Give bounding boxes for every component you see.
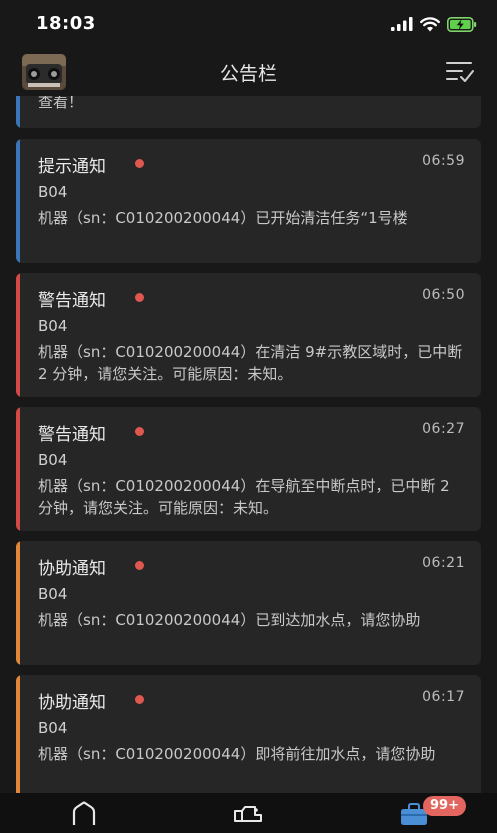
unread-count-badge: 99+ [423,796,466,816]
notification-list[interactable]: 查看！ 提示通知 06:59 B04 机器（sn：C010200200044）已… [0,96,497,793]
robot-icon [234,806,262,822]
notification-message: 机器（sn：C010200200044）在清洁 9#示教区域时，已中断 2 分钟… [38,343,463,383]
tab-robot[interactable] [232,801,264,825]
unread-dot [135,293,144,302]
page-title: 公告栏 [219,63,277,85]
tab-home[interactable] [68,801,100,825]
list-check-icon [446,62,474,82]
card-accent-stripe [16,139,20,263]
notification-time: 06:17 [422,689,465,705]
unread-dot [135,427,144,436]
card-accent-stripe [16,541,20,665]
wifi-icon [420,16,440,31]
notification-title: 警告通知 [38,291,106,311]
notification-time: 06:59 [422,153,465,169]
notification-card[interactable]: 警告通知 06:27 B04 机器（sn：C010200200044）在导航至中… [16,407,481,531]
notification-card[interactable]: 协助通知 06:17 B04 机器（sn：C010200200044）即将前往加… [16,675,481,793]
card-accent-stripe [16,407,20,531]
notification-message: 查看！ [38,96,84,111]
device-name: B04 [38,317,68,335]
notification-time: 06:27 [422,421,465,437]
device-name: B04 [38,719,68,737]
notification-card[interactable]: 警告通知 06:50 B04 机器（sn：C010200200044）在清洁 9… [16,273,481,397]
home-icon [72,801,96,825]
notification-message: 机器（sn：C010200200044）已到达加水点，请您协助 [38,611,421,629]
notification-time: 06:50 [422,287,465,303]
tab-bar [0,793,497,833]
status-bar: 18:03 [0,0,497,48]
notification-title: 协助通知 [38,693,106,713]
card-accent-stripe [16,273,20,397]
notification-card[interactable]: 协助通知 06:21 B04 机器（sn：C010200200044）已到达加水… [16,541,481,665]
notification-message: 机器（sn：C010200200044）在导航至中断点时，已中断 2 分钟，请您… [38,477,450,517]
notification-message: 机器（sn：C010200200044）即将前往加水点，请您协助 [38,745,436,763]
device-name: B04 [38,183,68,201]
nav-bar: 公告栏 [0,48,497,96]
signal-icon [391,17,413,31]
card-accent-stripe [16,675,20,793]
mark-all-read-button[interactable] [445,58,475,84]
notification-title: 警告通知 [38,425,106,445]
unread-dot [135,695,144,704]
unread-dot [135,159,144,168]
device-name: B04 [38,451,68,469]
notification-title: 协助通知 [38,559,106,579]
notification-message: 机器（sn：C010200200044）已开始清洁任务“1号楼 [38,209,408,227]
notification-card-partial[interactable]: 查看！ [16,96,481,128]
card-accent-stripe [16,96,20,128]
notification-card[interactable]: 提示通知 06:59 B04 机器（sn：C010200200044）已开始清洁… [16,139,481,263]
battery-charging-icon [447,16,477,32]
notification-time: 06:21 [422,555,465,571]
unread-dot [135,561,144,570]
status-icons [391,15,477,33]
status-time: 18:03 [36,13,96,34]
notification-title: 提示通知 [38,157,106,177]
device-name: B04 [38,585,68,603]
